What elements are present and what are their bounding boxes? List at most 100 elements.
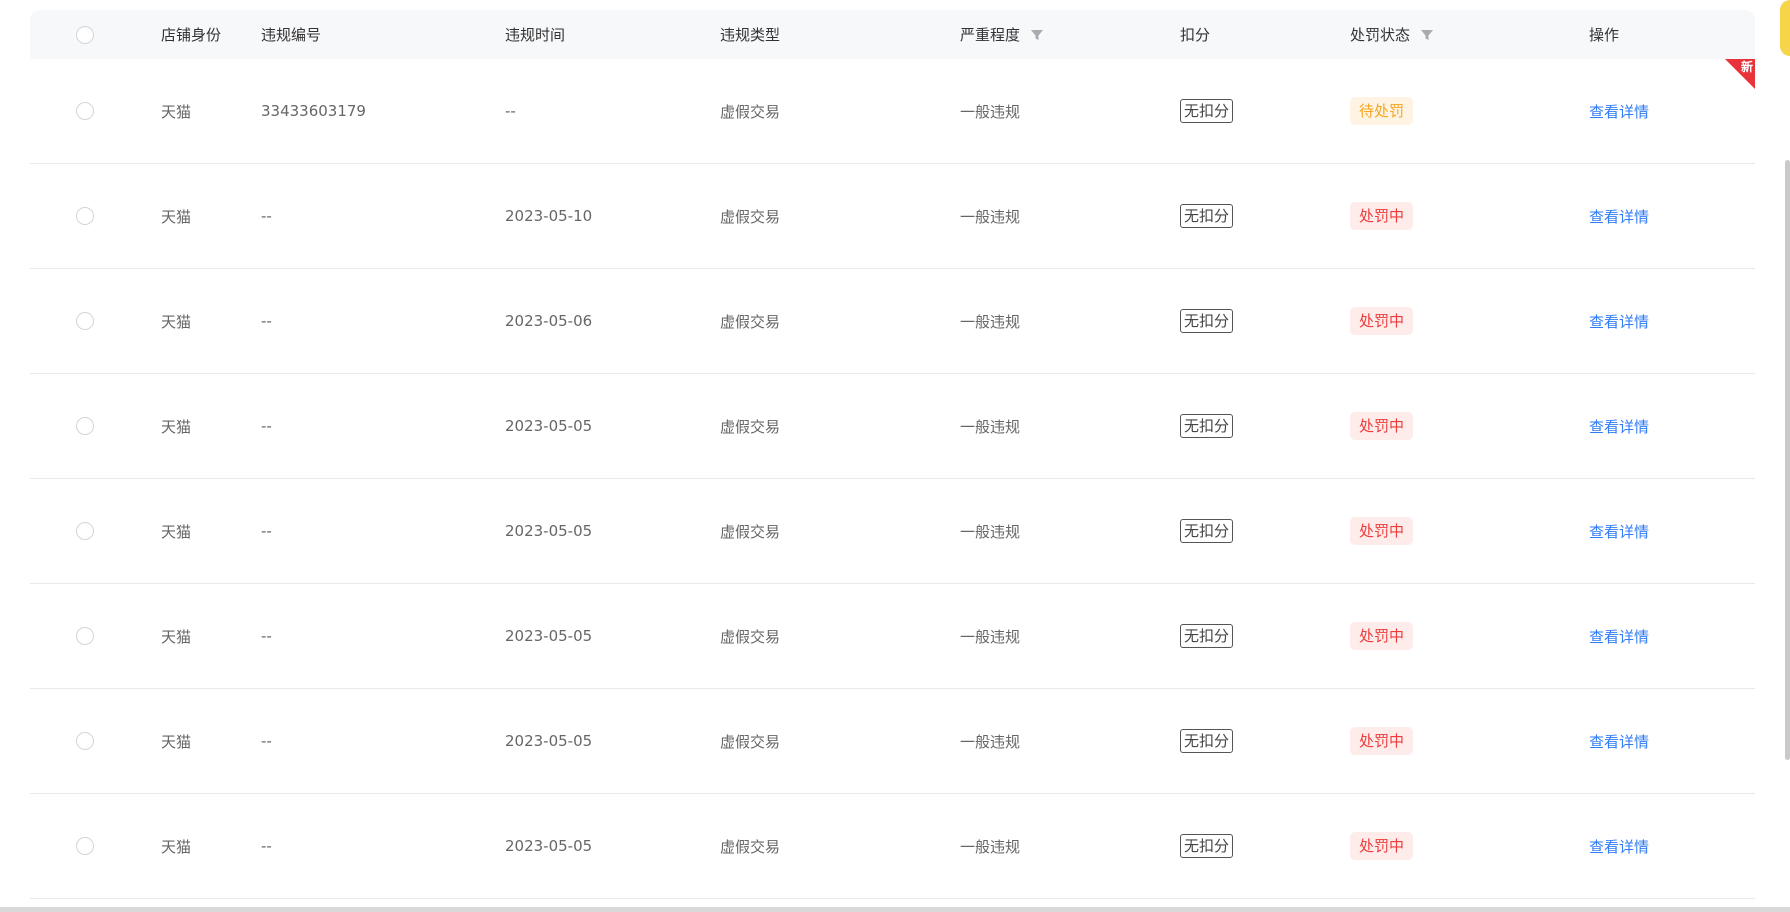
cell-status: 处罚中 [1350,479,1414,583]
cell-violation-id: -- [261,627,272,645]
severity-filter-icon[interactable] [1030,28,1044,42]
deduction-tag: 无扣分 [1180,99,1234,123]
side-widget[interactable] [1780,0,1790,56]
header-action: 操作 [1589,26,1620,44]
table-row: 天猫 33433603179 -- 虚假交易 一般违规 无扣分 待处罚 查看详情 新 [30,59,1755,164]
cell-violation-id: -- [261,312,272,330]
status-filter-icon[interactable] [1420,28,1434,42]
view-details-link[interactable]: 查看详情 [1589,101,1649,122]
view-details-link[interactable]: 查看详情 [1589,311,1649,332]
cell-severity: 一般违规 [960,207,1021,226]
cell-deduction: 无扣分 [1180,164,1234,268]
cell-violation-time: 2023-05-05 [505,627,593,645]
violations-table: 店铺身份 违规编号 违规时间 违规类型 严重程度 扣分 处罚状态 操作 天猫 33… [30,10,1755,899]
page: 店铺身份 违规编号 违规时间 违规类型 严重程度 扣分 处罚状态 操作 天猫 33… [0,0,1790,912]
cell-action: 查看详情 [1589,479,1649,583]
cell-action: 查看详情 [1589,794,1649,898]
view-details-link[interactable]: 查看详情 [1589,731,1649,752]
row-checkbox[interactable] [76,417,94,435]
deduction-tag: 无扣分 [1180,834,1234,858]
cell-deduction: 无扣分 [1180,59,1234,163]
table-body: 天猫 33433603179 -- 虚假交易 一般违规 无扣分 待处罚 查看详情新天猫 -- 20… [30,59,1755,899]
table-row: 天猫 -- 2023-05-10 虚假交易 一般违规 无扣分 处罚中 查看详情 [30,164,1755,269]
row-checkbox-cell [76,374,94,478]
cell-violation-time: 2023-05-10 [505,207,593,225]
scrollbar[interactable] [1785,160,1790,760]
row-checkbox[interactable] [76,207,94,225]
row-checkbox[interactable] [76,102,94,120]
cell-status: 处罚中 [1350,689,1414,793]
cell-violation-type: 虚假交易 [720,522,781,541]
status-badge: 处罚中 [1350,412,1414,440]
cell-shop-role: 天猫 [161,417,192,436]
cell-violation-time: 2023-05-05 [505,417,593,435]
header-checkbox-cell [76,10,94,59]
cell-violation-id: -- [261,837,272,855]
table-header: 店铺身份 违规编号 违规时间 违规类型 严重程度 扣分 处罚状态 操作 [30,10,1755,59]
cell-severity: 一般违规 [960,627,1021,646]
cell-violation-time: 2023-05-05 [505,522,593,540]
deduction-tag: 无扣分 [1180,519,1234,543]
cell-action: 查看详情 [1589,164,1649,268]
deduction-tag: 无扣分 [1180,204,1234,228]
cell-status: 处罚中 [1350,269,1414,373]
deduction-tag: 无扣分 [1180,729,1234,753]
select-all-checkbox[interactable] [76,25,94,44]
cell-status: 处罚中 [1350,374,1414,478]
cell-shop-role: 天猫 [161,522,192,541]
row-checkbox[interactable] [76,312,94,330]
cell-shop-role: 天猫 [161,312,192,331]
view-details-link[interactable]: 查看详情 [1589,836,1649,857]
cell-action: 查看详情 [1589,59,1649,163]
status-badge: 处罚中 [1350,622,1414,650]
cell-violation-id: -- [261,207,272,225]
header-severity-cell: 严重程度 [960,10,1044,59]
cell-violation-type: 虚假交易 [720,312,781,331]
table-row: 天猫 -- 2023-05-05 虚假交易 一般违规 无扣分 处罚中 查看详情 [30,584,1755,689]
view-details-link[interactable]: 查看详情 [1589,206,1649,227]
cell-severity: 一般违规 [960,417,1021,436]
cell-violation-type: 虚假交易 [720,627,781,646]
header-severity: 严重程度 [960,26,1021,44]
cell-deduction: 无扣分 [1180,794,1234,898]
cell-status: 待处罚 [1350,59,1414,163]
row-checkbox-cell [76,689,94,793]
table-row: 天猫 -- 2023-05-05 虚假交易 一般违规 无扣分 处罚中 查看详情 [30,479,1755,584]
cell-violation-id: 33433603179 [261,102,366,120]
cell-deduction: 无扣分 [1180,479,1234,583]
view-details-link[interactable]: 查看详情 [1589,626,1649,647]
cell-violation-type: 虚假交易 [720,837,781,856]
header-shop-role: 店铺身份 [161,26,222,44]
row-checkbox-cell [76,164,94,268]
horizontal-scrollbar[interactable] [0,907,1790,912]
cell-severity: 一般违规 [960,312,1021,331]
header-violation-time: 违规时间 [505,26,566,44]
header-status-cell: 处罚状态 [1350,10,1434,59]
cell-shop-role: 天猫 [161,207,192,226]
row-checkbox[interactable] [76,522,94,540]
header-penalty-status: 处罚状态 [1350,26,1411,44]
cell-severity: 一般违规 [960,102,1021,121]
status-badge: 处罚中 [1350,307,1414,335]
cell-status: 处罚中 [1350,584,1414,688]
view-details-link[interactable]: 查看详情 [1589,416,1649,437]
cell-action: 查看详情 [1589,689,1649,793]
table-row: 天猫 -- 2023-05-05 虚假交易 一般违规 无扣分 处罚中 查看详情 [30,689,1755,794]
table-row: 天猫 -- 2023-05-06 虚假交易 一般违规 无扣分 处罚中 查看详情 [30,269,1755,374]
row-checkbox[interactable] [76,837,94,855]
cell-violation-type: 虚假交易 [720,732,781,751]
table-row: 天猫 -- 2023-05-05 虚假交易 一般违规 无扣分 处罚中 查看详情 [30,374,1755,479]
cell-violation-time: 2023-05-05 [505,837,593,855]
cell-deduction: 无扣分 [1180,374,1234,478]
header-violation-type: 违规类型 [720,26,781,44]
cell-deduction: 无扣分 [1180,269,1234,373]
status-badge: 处罚中 [1350,832,1414,860]
header-violation-id: 违规编号 [261,26,322,44]
view-details-link[interactable]: 查看详情 [1589,521,1649,542]
row-checkbox[interactable] [76,627,94,645]
row-checkbox[interactable] [76,732,94,750]
cell-status: 处罚中 [1350,794,1414,898]
cell-action: 查看详情 [1589,269,1649,373]
deduction-tag: 无扣分 [1180,624,1234,648]
cell-violation-type: 虚假交易 [720,207,781,226]
